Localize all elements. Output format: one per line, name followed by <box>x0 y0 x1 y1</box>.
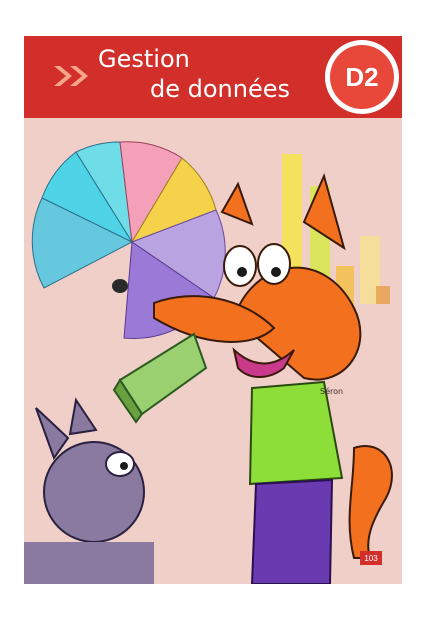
page-number: 103 <box>360 551 382 565</box>
artist-signature: Séron <box>320 386 343 396</box>
page-title: Gestion de données <box>98 44 318 104</box>
chapter-badge-label: D2 <box>330 45 394 109</box>
cover-illustration: Séron <box>24 141 393 584</box>
cheese-graphic <box>112 332 208 424</box>
chapter-badge: D2 <box>325 40 399 114</box>
title-line-1: Gestion <box>98 45 190 73</box>
double-chevron-icon <box>54 66 88 86</box>
title-line-2: de données <box>150 75 291 103</box>
mouse-character <box>24 397 154 584</box>
